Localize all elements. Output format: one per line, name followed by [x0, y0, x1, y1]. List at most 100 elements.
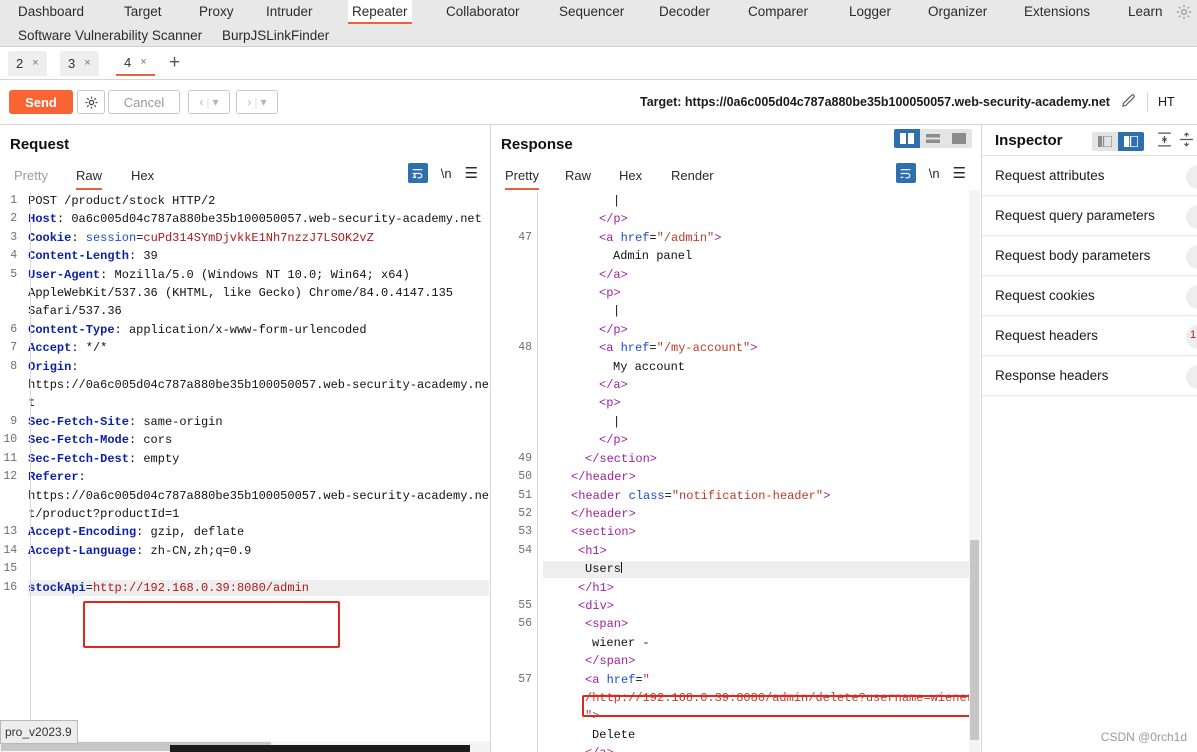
word-wrap-icon[interactable] [895, 163, 916, 183]
code-text[interactable]: </p> [537, 321, 980, 339]
side-by-side-layout-button[interactable] [894, 129, 920, 148]
code-text[interactable]: Content-Length: 39 [22, 247, 490, 265]
response-tab-hex[interactable]: Hex [619, 164, 642, 190]
code-text[interactable]: </a> [537, 744, 980, 752]
inspector-collapsed-view-button[interactable] [1092, 132, 1118, 151]
code-text[interactable]: </section> [537, 450, 980, 468]
taskbar-window-item[interactable]: pro_v2023.9 [0, 720, 78, 744]
expand-all-icon[interactable] [1156, 131, 1173, 148]
menu-item-sequencer[interactable]: Sequencer [555, 0, 628, 24]
code-text[interactable]: <p> [537, 284, 980, 302]
code-text[interactable]: <h1> [537, 542, 980, 560]
menu-item-organizer[interactable]: Organizer [924, 0, 991, 24]
inspector-row-request-cookies[interactable]: Request cookies [982, 276, 1197, 316]
inspector-row-response-headers[interactable]: Response headers [982, 356, 1197, 396]
code-text[interactable]: <p> [537, 394, 980, 412]
code-text[interactable]: Sec-Fetch-Mode: cors [22, 431, 490, 449]
menu-item-logger[interactable]: Logger [845, 0, 895, 24]
code-text[interactable]: Cookie: session=cuPd314SYmDjvkkE1Nh7nzzJ… [22, 229, 490, 247]
collapse-all-icon[interactable] [1178, 131, 1195, 148]
code-text[interactable]: </a> [537, 376, 980, 394]
code-text[interactable]: t/product?productId=1 [22, 505, 490, 523]
code-text[interactable]: https://0a6c005d04c787a880be35b100050057… [22, 376, 490, 394]
response-tab-pretty[interactable]: Pretty [505, 164, 539, 190]
menu-item-intruder[interactable]: Intruder [262, 0, 317, 24]
response-tab-render[interactable]: Render [671, 164, 714, 190]
code-text[interactable]: <header class="notification-header"> [537, 487, 980, 505]
stacked-layout-button[interactable] [920, 129, 946, 148]
inspector-row-request-body-parameters[interactable]: Request body parameters [982, 236, 1197, 276]
close-icon[interactable]: × [32, 51, 38, 76]
show-newlines-toggle[interactable]: \n [441, 166, 452, 181]
request-tab-hex[interactable]: Hex [131, 164, 154, 190]
settings-gear-icon[interactable] [1175, 3, 1193, 21]
code-text[interactable]: https://0a6c005d04c787a880be35b100050057… [22, 487, 490, 505]
code-text[interactable]: | [537, 192, 980, 210]
response-editor[interactable]: | </p> 47 <a href="/admin"> Admin panel </a> <… [491, 192, 980, 752]
close-icon[interactable]: × [140, 50, 146, 75]
menu-item-decoder[interactable]: Decoder [655, 0, 714, 24]
request-settings-button[interactable] [77, 90, 105, 114]
code-text[interactable]: Content-Type: application/x-www-form-url… [22, 321, 490, 339]
inspector-row-request-query-parameters[interactable]: Request query parameters [982, 196, 1197, 236]
code-text[interactable]: </h1> [537, 579, 980, 597]
menu-item-dashboard[interactable]: Dashboard [14, 0, 88, 24]
code-text[interactable]: /http://192.168.0.39:8080/admin/delete?u… [537, 689, 980, 707]
code-text[interactable]: User-Agent: Mozilla/5.0 (Windows NT 10.0… [22, 266, 490, 284]
repeater-tab-4[interactable]: 4 × [116, 51, 155, 76]
code-text[interactable]: Users [537, 560, 980, 578]
menu-item-collaborator[interactable]: Collaborator [442, 0, 524, 24]
code-text[interactable]: </p> [537, 210, 980, 228]
code-text[interactable]: My account [537, 358, 980, 376]
next-request-button[interactable]: › | ▾ [236, 90, 278, 114]
cancel-button[interactable]: Cancel [108, 90, 180, 114]
repeater-tab-3[interactable]: 3 × [60, 51, 99, 76]
code-text[interactable]: wiener - [537, 634, 980, 652]
repeater-tab-2[interactable]: 2 × [8, 51, 47, 76]
code-text[interactable]: </span> [537, 652, 980, 670]
code-text[interactable]: Sec-Fetch-Dest: empty [22, 450, 490, 468]
code-text[interactable]: | [537, 413, 980, 431]
code-text[interactable]: Delete [537, 726, 980, 744]
edit-target-pencil-icon[interactable] [1120, 92, 1137, 112]
menu-item-extensions[interactable]: Extensions [1020, 0, 1094, 24]
inspector-expanded-view-button[interactable] [1118, 132, 1144, 151]
word-wrap-icon[interactable] [407, 163, 428, 183]
request-tab-pretty[interactable]: Pretty [14, 164, 48, 190]
show-newlines-toggle[interactable]: \n [929, 166, 940, 181]
code-text[interactable]: t [22, 394, 490, 412]
inspector-row-request-attributes[interactable]: Request attributes [982, 156, 1197, 196]
code-text[interactable]: Admin panel [537, 247, 980, 265]
menu-item-learn[interactable]: Learn [1124, 0, 1167, 24]
code-text[interactable]: Accept-Language: zh-CN,zh;q=0.9 [22, 542, 490, 560]
code-text[interactable]: <section> [537, 523, 980, 541]
code-text[interactable]: Accept: */* [22, 339, 490, 357]
code-text[interactable]: </header> [537, 468, 980, 486]
menu-item-target[interactable]: Target [120, 0, 166, 24]
previous-request-button[interactable]: ‹ | ▾ [188, 90, 230, 114]
close-icon[interactable]: × [84, 51, 90, 76]
inspector-row-request-headers[interactable]: Request headers 1 [982, 316, 1197, 356]
code-text[interactable]: <a href="/admin"> [537, 229, 980, 247]
menu-item-repeater[interactable]: Repeater [348, 0, 412, 24]
code-text[interactable]: "> [537, 707, 980, 725]
send-button[interactable]: Send [9, 90, 73, 114]
code-text[interactable]: Accept-Encoding: gzip, deflate [22, 523, 490, 541]
menu-item-software-vulnerability-scanner[interactable]: Software Vulnerability Scanner [14, 24, 206, 48]
menu-item-burpjslinkfinder[interactable]: BurpJSLinkFinder [218, 24, 333, 48]
menu-item-proxy[interactable]: Proxy [195, 0, 238, 24]
request-editor[interactable]: 1 POST /product/stock HTTP/2 2 Host: 0a6c00… [0, 192, 490, 737]
code-text[interactable]: Referer: [22, 468, 490, 486]
code-text[interactable] [22, 560, 490, 578]
code-text[interactable]: Safari/537.36 [22, 302, 490, 320]
code-text[interactable]: <a href=" [537, 671, 980, 689]
code-text[interactable]: stockApi=http://192.168.0.39:8080/admin [22, 579, 490, 597]
request-tab-raw[interactable]: Raw [76, 164, 103, 190]
code-text[interactable]: <div> [537, 597, 980, 615]
response-editor-menu-icon[interactable]: ☰ [953, 164, 966, 182]
response-tab-raw[interactable]: Raw [565, 164, 591, 190]
code-text[interactable]: <a href="/my-account"> [537, 339, 980, 357]
code-text[interactable]: Host: 0a6c005d04c787a880be35b100050057.w… [22, 210, 490, 228]
code-text[interactable]: | [537, 302, 980, 320]
code-text[interactable]: POST /product/stock HTTP/2 [22, 192, 490, 210]
